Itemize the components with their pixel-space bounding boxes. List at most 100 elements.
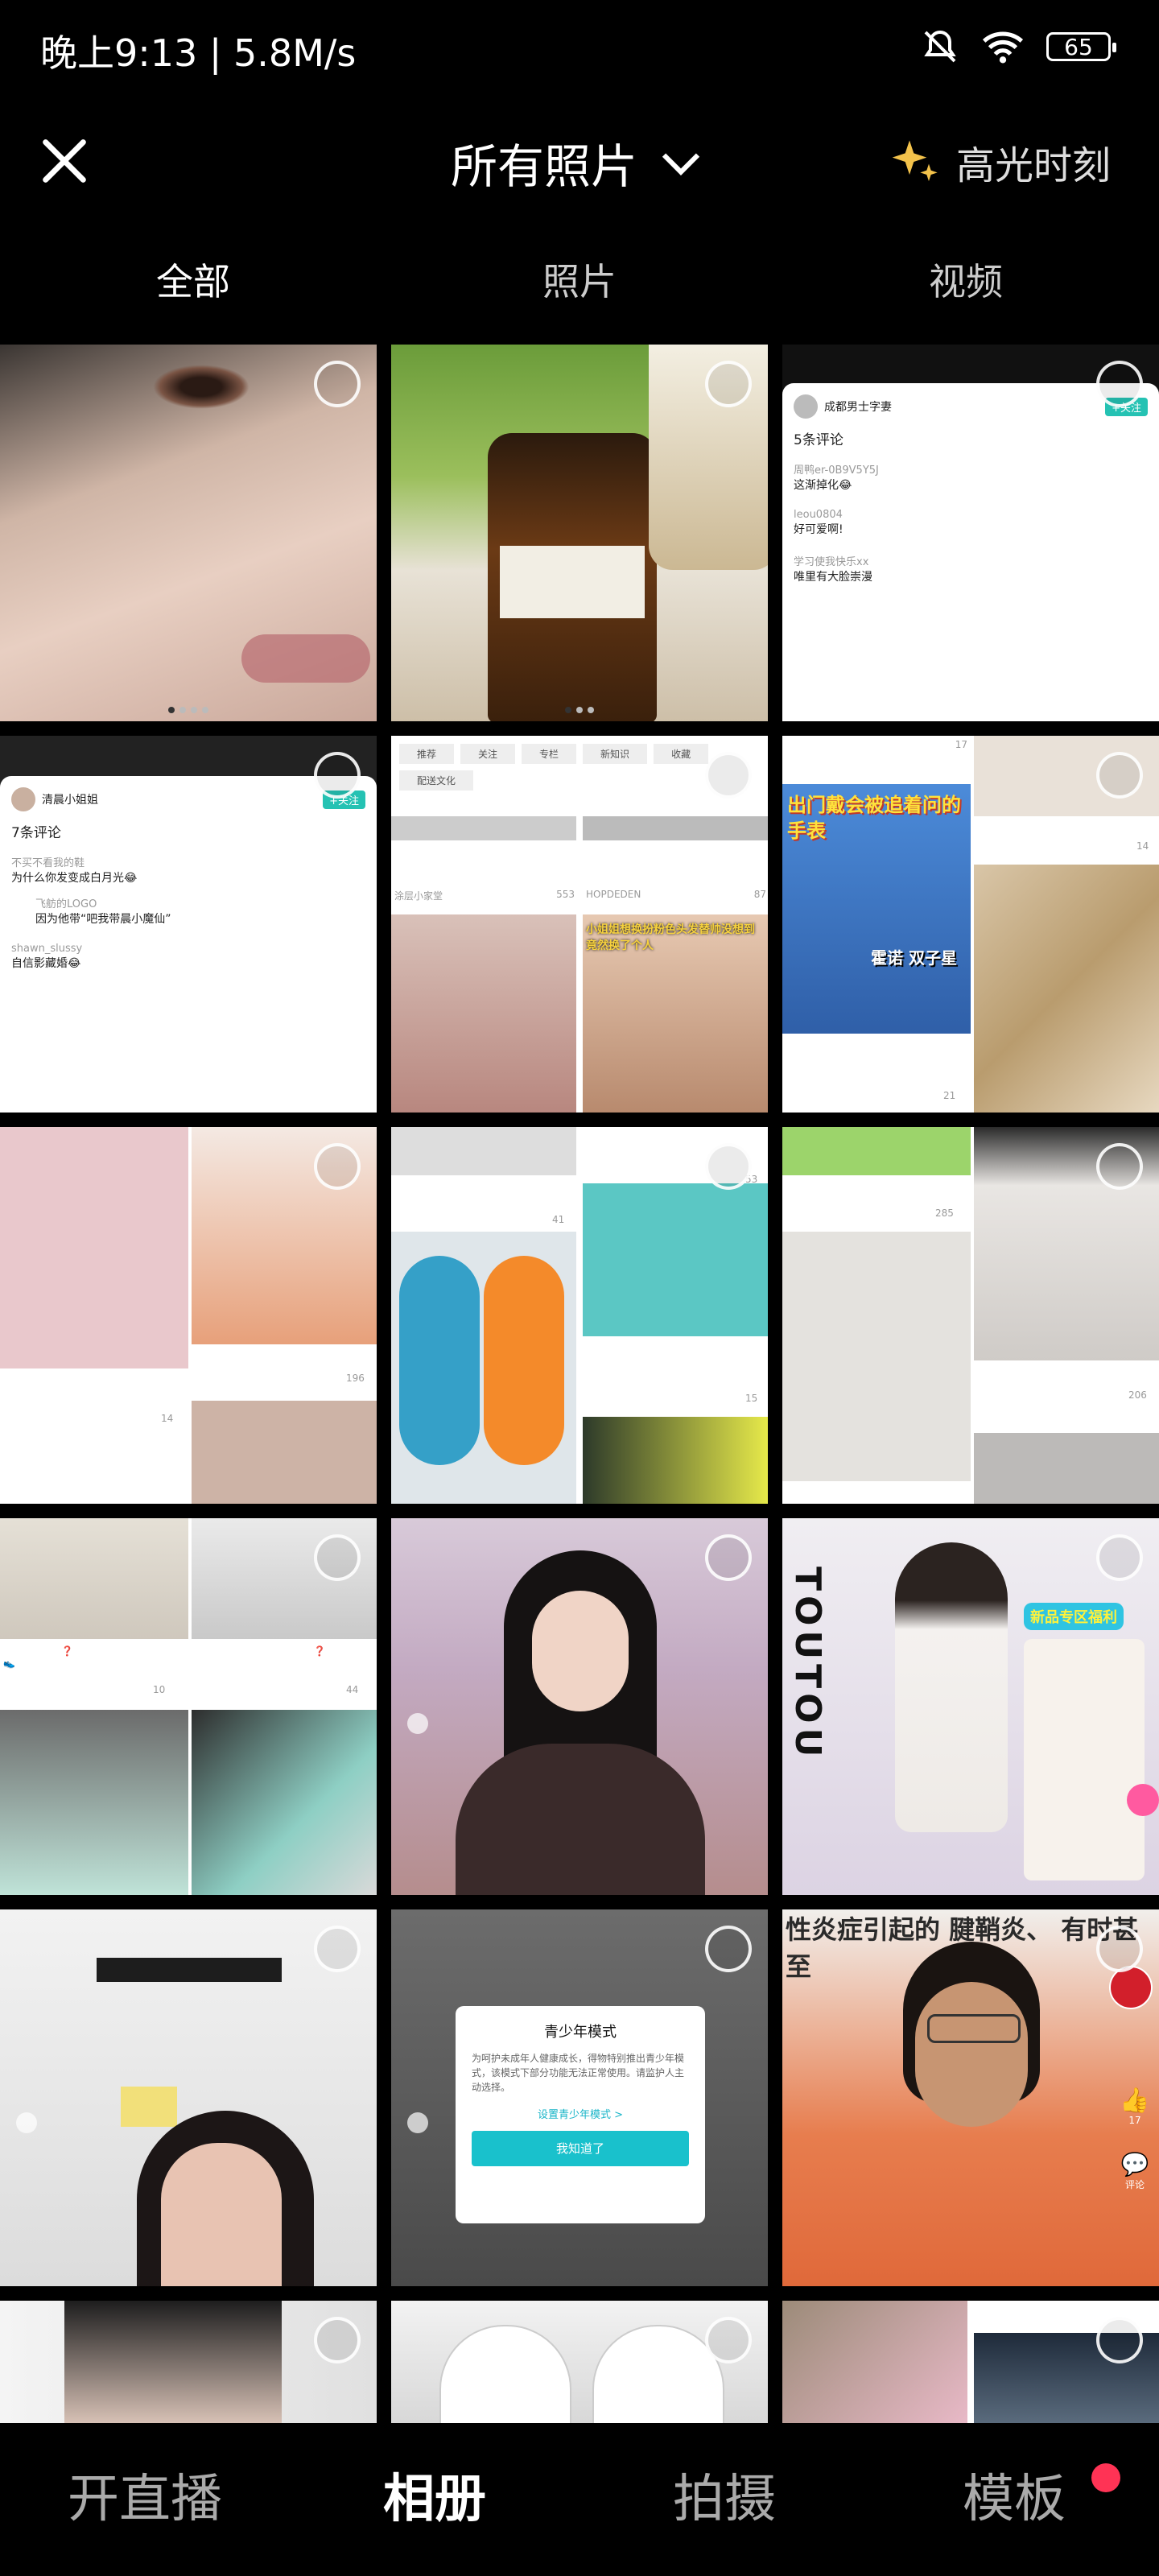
- select-circle[interactable]: [1096, 1926, 1143, 1972]
- post-caption: 踏子又出新款❓AT955复古 跑鞋有点东西👟: [3, 1645, 184, 1669]
- photo-shoe: [439, 2325, 571, 2423]
- post-caption: 恋爱纪念日，七夕必备铁路对戒 一眼就会心动: [3, 1374, 180, 1399]
- post-title: 男大学生的左手: [786, 741, 854, 752]
- grid-item[interactable]: 推荐 关注 专栏 新知识 收藏 配送文化 救命！我好像发现痘花的秘密了 卧槽卧槽…: [391, 736, 768, 1113]
- highlight-moments-button[interactable]: 高光时刻: [890, 134, 1111, 190]
- page-dots: [168, 707, 208, 713]
- post-likes: 14: [1136, 840, 1149, 852]
- nav-templates[interactable]: 模板: [869, 2423, 1159, 2576]
- grid-item[interactable]: TOUTOU 新品专区福利: [782, 1518, 1159, 1895]
- promo-banner: 新品专区福利: [1024, 1603, 1124, 1630]
- status-icons: 65: [921, 27, 1116, 66]
- post-caption: 这双鞋叫什么?: [786, 1182, 849, 1193]
- post-image: [974, 865, 1159, 1113]
- author-name: 清晨小姐姐: [42, 794, 98, 807]
- photo-shelf: [97, 1958, 282, 1982]
- post-caption: 人间富贵花不能没有黄金啊～: [195, 1350, 321, 1361]
- media-type-tabs: 全部 照片 视频: [0, 242, 1159, 322]
- select-circle[interactable]: [314, 752, 361, 799]
- post-image: [0, 1710, 188, 1895]
- post-author: 涂层小家堂: [394, 890, 443, 902]
- grid-item[interactable]: 清晨小姐姐 +关注 7条评论 不买不看我的鞋 为什么你发变成白月光😂 飞舫的LO…: [0, 736, 377, 1113]
- comment-icon: 💬: [1120, 2151, 1149, 2178]
- highlight-moments-label: 高光时刻: [955, 143, 1111, 188]
- select-circle[interactable]: [1096, 752, 1143, 799]
- sound-icon: [16, 2112, 37, 2133]
- comment-count: 5条评论: [794, 432, 843, 448]
- teen-mode-dialog: 青少年模式 为呵护未成年人健康成长，得物特别推出青少年模式，该模式下部分功能无法…: [456, 2006, 705, 2223]
- grid-item[interactable]: Sabrina1 不用露脸 马上就 崩晶 41 库里11代光 53 猜猜这是什么…: [391, 1127, 768, 1504]
- comment-user: 周鸭er-0B9V5Y5J: [794, 464, 879, 477]
- post-likes: 44: [346, 1684, 359, 1695]
- flower-icon: [1127, 1784, 1159, 1816]
- tab-all[interactable]: 全部: [0, 242, 386, 322]
- select-circle[interactable]: [705, 752, 752, 799]
- select-circle[interactable]: [705, 361, 752, 407]
- grid-item[interactable]: [0, 2301, 377, 2423]
- status-bar: 晚上9:13 | 5.8M/s 65: [0, 0, 1159, 97]
- nav-go-live[interactable]: 开直播: [0, 2423, 290, 2576]
- select-circle[interactable]: [1096, 1143, 1143, 1190]
- post-image: [391, 914, 576, 1113]
- grid-item[interactable]: 踏子又出新款❓AT955复古 跑鞋有点东西👟 10 暗影！ 名字都没有搞这么帅❓…: [0, 1518, 377, 1895]
- post-likes: 10: [153, 1684, 166, 1695]
- select-circle[interactable]: [705, 1926, 752, 1972]
- post-likes: 41: [552, 1214, 565, 1225]
- select-circle[interactable]: [1096, 2317, 1143, 2363]
- grid-item[interactable]: [782, 2301, 1159, 2423]
- avatar: [794, 394, 818, 419]
- select-circle[interactable]: [705, 1143, 752, 1190]
- grid-item[interactable]: [391, 345, 768, 721]
- nav-album[interactable]: 相册: [290, 2423, 580, 2576]
- comment-text: 这渐掉化😂: [794, 479, 852, 492]
- grid-item[interactable]: [391, 2301, 768, 2423]
- grid-item[interactable]: 恋爱纪念日，七夕必备铁路对戒 一眼就会心动 14 人间富贵花不能没有黄金啊～ 1…: [0, 1127, 377, 1504]
- select-circle[interactable]: [705, 2317, 752, 2363]
- post-likes: 14: [161, 1413, 174, 1424]
- post-image: [583, 1417, 768, 1504]
- grid-item[interactable]: 成都男士字妻 +关注 5条评论 周鸭er-0B9V5Y5J 这渐掉化😂 leou…: [782, 345, 1159, 721]
- post-caption: 猜猜这是什么鞋? 你能对想不到: [586, 1346, 720, 1357]
- grid-item[interactable]: 青少年模式 为呵护未成年人健康成长，得物特别推出青少年模式，该模式下部分功能无法…: [391, 1909, 768, 2286]
- post-likes: 17: [955, 739, 967, 750]
- brand-text: TOUTOU: [787, 1567, 828, 1762]
- thumb-up-icon: 👍: [1120, 2087, 1150, 2115]
- grid-item[interactable]: [391, 1518, 768, 1895]
- grid-item[interactable]: 性炎症引起的 腱鞘炎、 有时甚至 👍 17 💬 评论: [782, 1909, 1159, 2286]
- select-circle[interactable]: [1096, 361, 1143, 407]
- chip: 收藏: [654, 744, 709, 764]
- grid-item[interactable]: [0, 345, 377, 721]
- post-likes: 206: [1128, 1389, 1147, 1401]
- select-circle[interactable]: [1096, 1534, 1143, 1581]
- grid-item[interactable]: 男大学生的左手 17 出门戴会被追着问的手表 霍诺 双子星 想到不第一次带双子星…: [782, 736, 1159, 1113]
- grid-item[interactable]: 这双鞋叫什么? 285 这款运动鞋谁能在运动系列 神似攻文 那是一般！！ 206: [782, 1127, 1159, 1504]
- album-selector[interactable]: 所有照片: [451, 129, 703, 196]
- like-count: 17: [1128, 2115, 1141, 2126]
- select-circle[interactable]: [314, 1926, 361, 1972]
- status-time: 晚上9:13 | 5.8M/s: [40, 31, 357, 75]
- post-image: 小姐姐想换扮粉色头发替帅没想到竟然换了个人: [583, 914, 768, 1113]
- bottom-nav: 开直播 相册 拍摄 模板: [0, 2423, 1159, 2576]
- chevron-down-icon: [662, 153, 700, 175]
- select-circle[interactable]: [314, 2317, 361, 2363]
- photo-face: [532, 1591, 629, 1711]
- select-circle[interactable]: [314, 361, 361, 407]
- select-circle[interactable]: [314, 1143, 361, 1190]
- comment-user: 不买不看我的鞋: [11, 857, 85, 869]
- comment-panel: 清晨小姐姐 +关注 7条评论 不买不看我的鞋 为什么你发变成白月光😂 飞舫的LO…: [0, 776, 377, 1113]
- sparkle-icon: [892, 140, 938, 181]
- sound-icon: [407, 2112, 428, 2133]
- top-bar: 所有照片 高光时刻: [0, 113, 1159, 209]
- grid-item[interactable]: [0, 1909, 377, 2286]
- close-icon[interactable]: [36, 133, 93, 189]
- nav-shoot[interactable]: 拍摄: [580, 2423, 869, 2576]
- comment-label: 评论: [1124, 2179, 1145, 2190]
- select-circle[interactable]: [705, 1534, 752, 1581]
- comment-user: 学习使我快乐xx: [794, 556, 869, 568]
- chip: 专栏: [522, 744, 577, 764]
- post-likes: 285: [935, 1208, 954, 1219]
- select-circle[interactable]: [314, 1534, 361, 1581]
- tab-videos[interactable]: 视频: [773, 242, 1159, 322]
- tab-photos[interactable]: 照片: [386, 242, 773, 322]
- post-caption: Sabrina1 不用露脸 马上就 崩晶: [394, 1185, 534, 1196]
